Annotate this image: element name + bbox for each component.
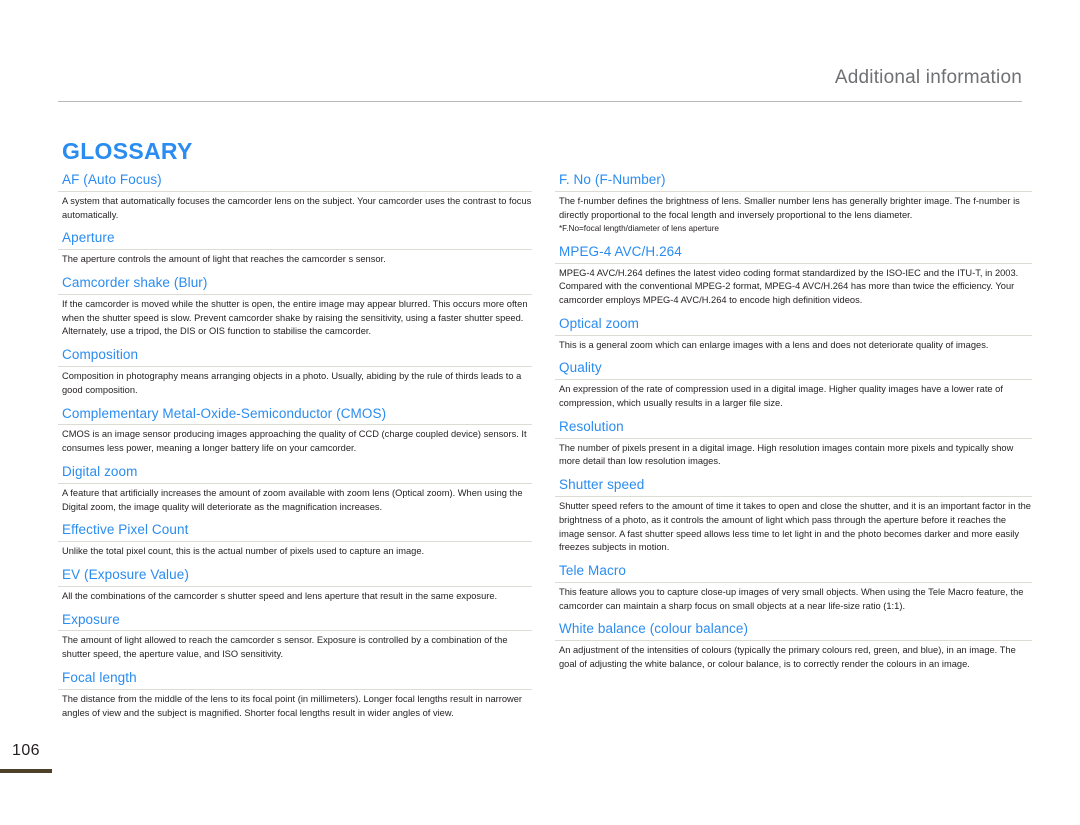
glossary-entry: F. No (F-Number) The f-number defines the… xyxy=(555,172,1032,236)
glossary-entry: Composition Composition in photography me… xyxy=(58,347,532,397)
glossary-column-right: F. No (F-Number) The f-number defines the… xyxy=(555,172,1032,672)
glossary-term-divider xyxy=(58,293,532,295)
glossary-definition: A system that automatically focuses the … xyxy=(62,195,532,220)
glossary-definition: CMOS is an image sensor producing images… xyxy=(62,429,527,454)
glossary-definition: If the camcorder is moved while the shut… xyxy=(62,298,528,337)
glossary-entry: Effective Pixel Count Unlike the total pi… xyxy=(58,522,532,559)
page-title: GLOSSARY xyxy=(62,138,193,165)
glossary-term-divider xyxy=(58,482,532,484)
page-folio: 106 xyxy=(0,742,52,760)
document-page: Additional information GLOSSARY AF (Auto… xyxy=(0,0,1080,825)
glossary-entry: Complementary Metal-Oxide-Semiconductor … xyxy=(58,406,532,456)
glossary-term: Camcorder shake (Blur) xyxy=(62,275,208,290)
glossary-term: Shutter speed xyxy=(559,477,645,493)
glossary-term-divider xyxy=(58,190,532,192)
glossary-term-divider xyxy=(555,496,1032,498)
glossary-entry: Tele Macro This feature allows you to cap… xyxy=(555,563,1032,613)
glossary-term-divider xyxy=(58,541,532,543)
glossary-entry: Aperture The aperture controls the amount… xyxy=(58,230,532,267)
glossary-term: Quality xyxy=(559,360,602,376)
glossary-term-divider xyxy=(555,334,1032,336)
glossary-term: Composition xyxy=(62,347,139,363)
glossary-definition: Unlike the total pixel count, this is th… xyxy=(62,546,425,557)
glossary-definition: The number of pixels present in a digita… xyxy=(559,442,1014,467)
glossary-definition: The f-number defines the brightness of l… xyxy=(559,195,1020,220)
glossary-term-divider xyxy=(555,262,1032,264)
glossary-term-divider xyxy=(555,640,1032,642)
glossary-term: Complementary Metal-Oxide-Semiconductor … xyxy=(62,405,387,421)
glossary-entry: MPEG-4 AVC/H.264 MPEG-4 AVC/H.264 defines… xyxy=(555,244,1032,308)
glossary-definition: Shutter speed refers to the amount of ti… xyxy=(559,501,1031,553)
glossary-term: Digital zoom xyxy=(62,463,138,479)
glossary-term-divider xyxy=(58,249,532,251)
glossary-definition: This is a general zoom which can enlarge… xyxy=(559,339,989,350)
glossary-term-divider xyxy=(58,366,532,367)
glossary-entry: Resolution The number of pixels present i… xyxy=(555,419,1032,469)
glossary-entry: Shutter speed Shutter speed refers to the… xyxy=(555,477,1032,555)
glossary-term: AF (Auto Focus) xyxy=(62,172,162,187)
glossary-definition-note: *F.No=focal length/diameter of lens aper… xyxy=(559,224,719,234)
glossary-term: Exposure xyxy=(62,611,120,627)
glossary-term: Tele Macro xyxy=(559,563,627,579)
page-number: 106 xyxy=(12,742,40,759)
glossary-definition: This feature allows you to capture close… xyxy=(559,586,1024,611)
glossary-term: MPEG-4 AVC/H.264 xyxy=(559,243,682,259)
glossary-term: EV (Exposure Value) xyxy=(62,566,189,582)
glossary-term-divider xyxy=(58,688,532,690)
glossary-term-divider xyxy=(555,581,1032,583)
glossary-definition: A feature that artificially increases th… xyxy=(62,487,523,512)
glossary-definition: The distance from the middle of the lens… xyxy=(62,693,523,718)
glossary-definition: MPEG-4 AVC/H.264 defines the latest vide… xyxy=(559,267,1019,306)
glossary-definition: All the combinations of the camcorder s … xyxy=(62,590,498,601)
running-header: Additional information xyxy=(58,67,1022,89)
glossary-term: Optical zoom xyxy=(559,315,639,331)
glossary-entry: EV (Exposure Value) All the combinations … xyxy=(58,567,532,604)
glossary-entry: Camcorder shake (Blur) If the camcorder i… xyxy=(58,275,532,339)
glossary-entry: Optical zoom This is a general zoom which… xyxy=(555,316,1032,353)
glossary-term: Effective Pixel Count xyxy=(62,522,189,538)
folio-bar xyxy=(0,769,52,773)
glossary-entry: Quality An expression of the rate of comp… xyxy=(555,360,1032,410)
glossary-term-divider xyxy=(58,424,532,426)
glossary-term: F. No (F-Number) xyxy=(559,172,666,187)
glossary-term: Aperture xyxy=(62,230,115,246)
glossary-definition: An expression of the rate of compression… xyxy=(559,384,1003,409)
glossary-term-divider xyxy=(58,630,532,632)
glossary-entry: Focal length The distance from the middle… xyxy=(58,670,532,720)
glossary-term: Focal length xyxy=(62,669,137,685)
glossary-term-divider xyxy=(555,437,1032,439)
glossary-definition: The amount of light allowed to reach the… xyxy=(62,635,508,660)
header-divider xyxy=(58,101,1022,102)
glossary-definition: The aperture controls the amount of ligh… xyxy=(62,254,386,265)
glossary-term-divider xyxy=(555,379,1032,381)
glossary-column-left: AF (Auto Focus) A system that automatical… xyxy=(58,172,532,720)
glossary-definition: An adjustment of the intensities of colo… xyxy=(559,645,1016,670)
glossary-entry: Digital zoom A feature that artificially … xyxy=(58,464,532,514)
glossary-term-divider xyxy=(555,190,1032,192)
glossary-term: White balance (colour balance) xyxy=(559,621,749,637)
running-header-title: Additional information xyxy=(834,67,1022,88)
glossary-entry: White balance (colour balance) An adjustm… xyxy=(555,621,1032,671)
glossary-term: Resolution xyxy=(559,418,624,434)
glossary-definition: Composition in photography means arrangi… xyxy=(62,371,522,395)
glossary-term-divider xyxy=(58,585,532,587)
glossary-entry: AF (Auto Focus) A system that automatical… xyxy=(58,172,532,222)
glossary-entry: Exposure The amount of light allowed to r… xyxy=(58,612,532,662)
